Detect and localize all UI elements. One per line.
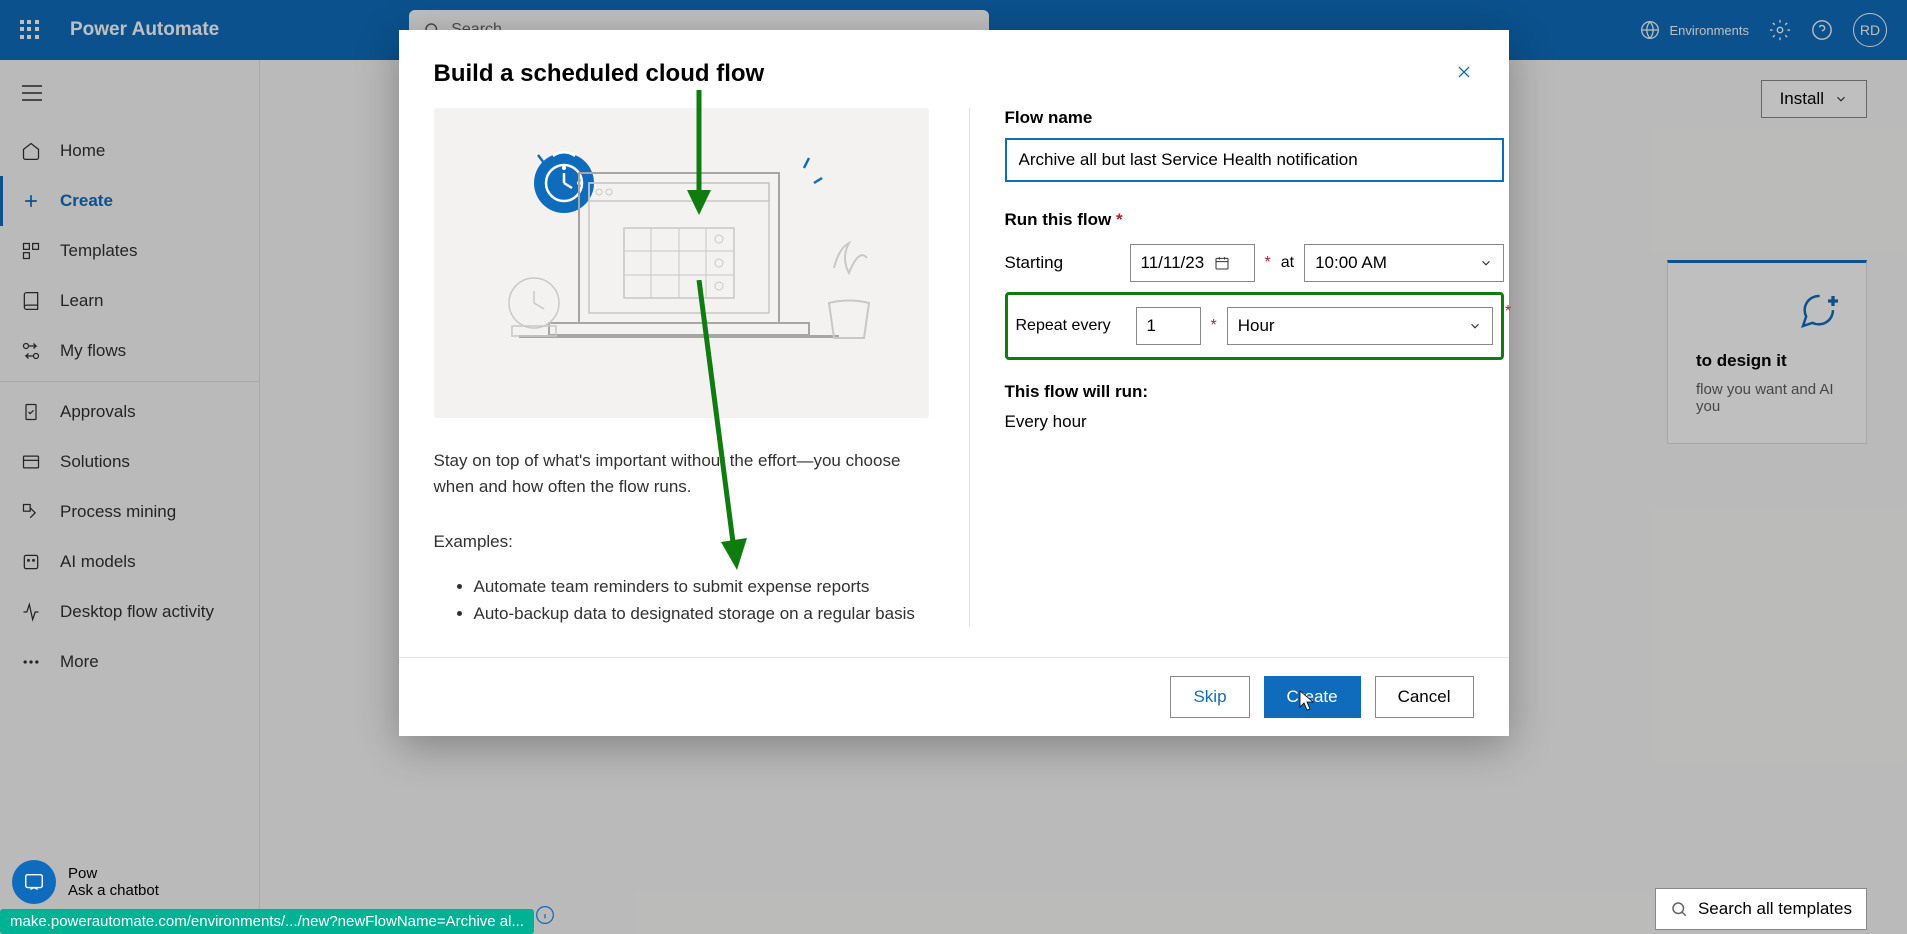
annotation-arrow-2 — [689, 280, 749, 580]
chat-icon — [12, 860, 56, 904]
close-icon — [1454, 62, 1474, 82]
repeat-unit-select[interactable]: Hour — [1227, 307, 1493, 345]
info-icon[interactable] — [535, 905, 555, 930]
starting-label: Starting — [1005, 253, 1120, 273]
repeat-label: Repeat every — [1016, 317, 1126, 335]
run-flow-label: Run this flow * — [1005, 210, 1505, 230]
modal-description: Stay on top of what's important without … — [434, 448, 929, 499]
chevron-down-icon — [1468, 319, 1482, 333]
status-bar: make.powerautomate.com/environments/.../… — [0, 909, 534, 934]
flow-name-input[interactable] — [1005, 138, 1505, 182]
examples-list: Automate team reminders to submit expens… — [434, 573, 929, 627]
skip-button[interactable]: Skip — [1170, 676, 1249, 718]
will-run-label: This flow will run: — [1005, 382, 1505, 402]
close-button[interactable] — [1454, 62, 1474, 87]
time-input[interactable]: 10:00 AM — [1304, 244, 1504, 282]
repeat-highlight: Repeat every * Hour * — [1005, 292, 1505, 360]
repeat-number-input[interactable] — [1136, 307, 1201, 345]
examples-label: Examples: — [434, 529, 929, 555]
modal-title: Build a scheduled cloud flow — [434, 60, 765, 88]
create-button[interactable]: Create — [1264, 676, 1361, 718]
calendar-icon — [1214, 255, 1230, 271]
at-label: at — [1281, 254, 1294, 272]
chatbot-launcher[interactable]: PowAsk a chatbot — [12, 860, 159, 904]
cursor-icon — [1295, 689, 1319, 713]
search-templates-input[interactable]: Search all templates — [1655, 888, 1867, 930]
chevron-down-icon — [1479, 256, 1493, 270]
scheduled-flow-modal: Build a scheduled cloud flow — [399, 30, 1509, 736]
annotation-arrow-1 — [679, 90, 719, 220]
cancel-button[interactable]: Cancel — [1375, 676, 1474, 718]
search-icon — [1670, 900, 1688, 918]
flow-name-label: Flow name — [1005, 108, 1505, 128]
will-run-value: Every hour — [1005, 412, 1505, 432]
date-input[interactable]: 11/11/23 — [1130, 244, 1255, 282]
